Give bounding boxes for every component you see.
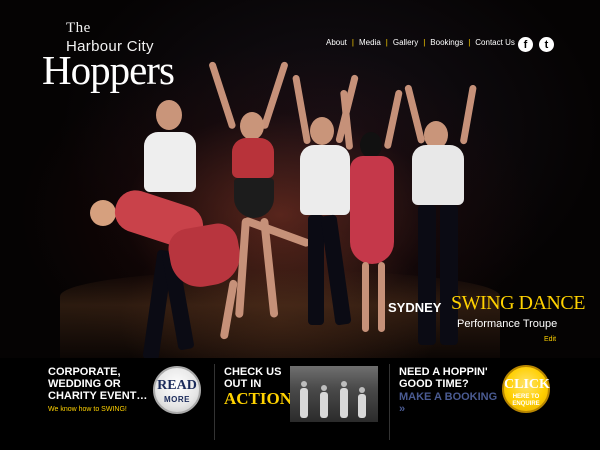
make-booking-link[interactable]: MAKE A BOOKING » [399,391,499,415]
nav-separator: | [423,38,426,47]
tagline-city: SYDNEY [388,300,442,315]
twitter-icon[interactable]: t [539,37,554,52]
promo-booking: NEED A HOPPIN' GOOD TIME? MAKE A BOOKING… [399,366,499,415]
promo-corporate-subtitle: We know how to SWING! [48,406,127,413]
divider [389,364,390,440]
read-more-bottom: MORE [164,395,190,404]
click-top: CLICK [504,377,550,392]
nav-media[interactable]: Media [359,38,381,47]
nav-about[interactable]: About [326,38,347,47]
promo-check-title: CHECK US OUT IN [224,366,282,390]
nav-bookings[interactable]: Bookings [430,38,463,47]
read-more-top: READ [157,378,197,393]
edit-link[interactable]: Edit [544,336,556,343]
nav-separator: | [351,38,354,47]
photo-figure [300,381,308,418]
click-bottom: HERE TO ENQUIRE [512,394,540,407]
logo-hoppers: Hoppers [42,47,175,93]
divider [214,364,215,440]
nav-separator: | [468,38,471,47]
logo-the: The [66,20,91,36]
promo-corporate: CORPORATE, WEDDING OR CHARITY EVENT… We … [48,366,158,413]
photo-figure [320,385,328,418]
nav-separator: | [385,38,388,47]
action-photo[interactable] [290,366,378,422]
promo-check-highlight: ACTION! [224,389,298,408]
facebook-icon[interactable]: f [518,37,533,52]
click-enquire-button[interactable]: CLICK HERE TO ENQUIRE [502,365,550,413]
photo-figure [358,387,366,418]
promo-booking-title: NEED A HOPPIN' GOOD TIME? [399,366,488,390]
tagline-sub: Performance Troupe [457,318,558,330]
promo-corporate-title: CORPORATE, WEDDING OR CHARITY EVENT… [48,366,148,402]
nav-contact-us[interactable]: Contact Us [475,38,515,47]
photo-figure [340,381,348,418]
main-nav: About | Media | Gallery | Bookings | Con… [326,38,515,47]
nav-gallery[interactable]: Gallery [393,38,418,47]
tagline-style: SWING DANCE [451,292,585,314]
read-more-button[interactable]: READ MORE [153,366,201,414]
promo-check-action: CHECK US OUT IN ACTION! [224,366,298,408]
